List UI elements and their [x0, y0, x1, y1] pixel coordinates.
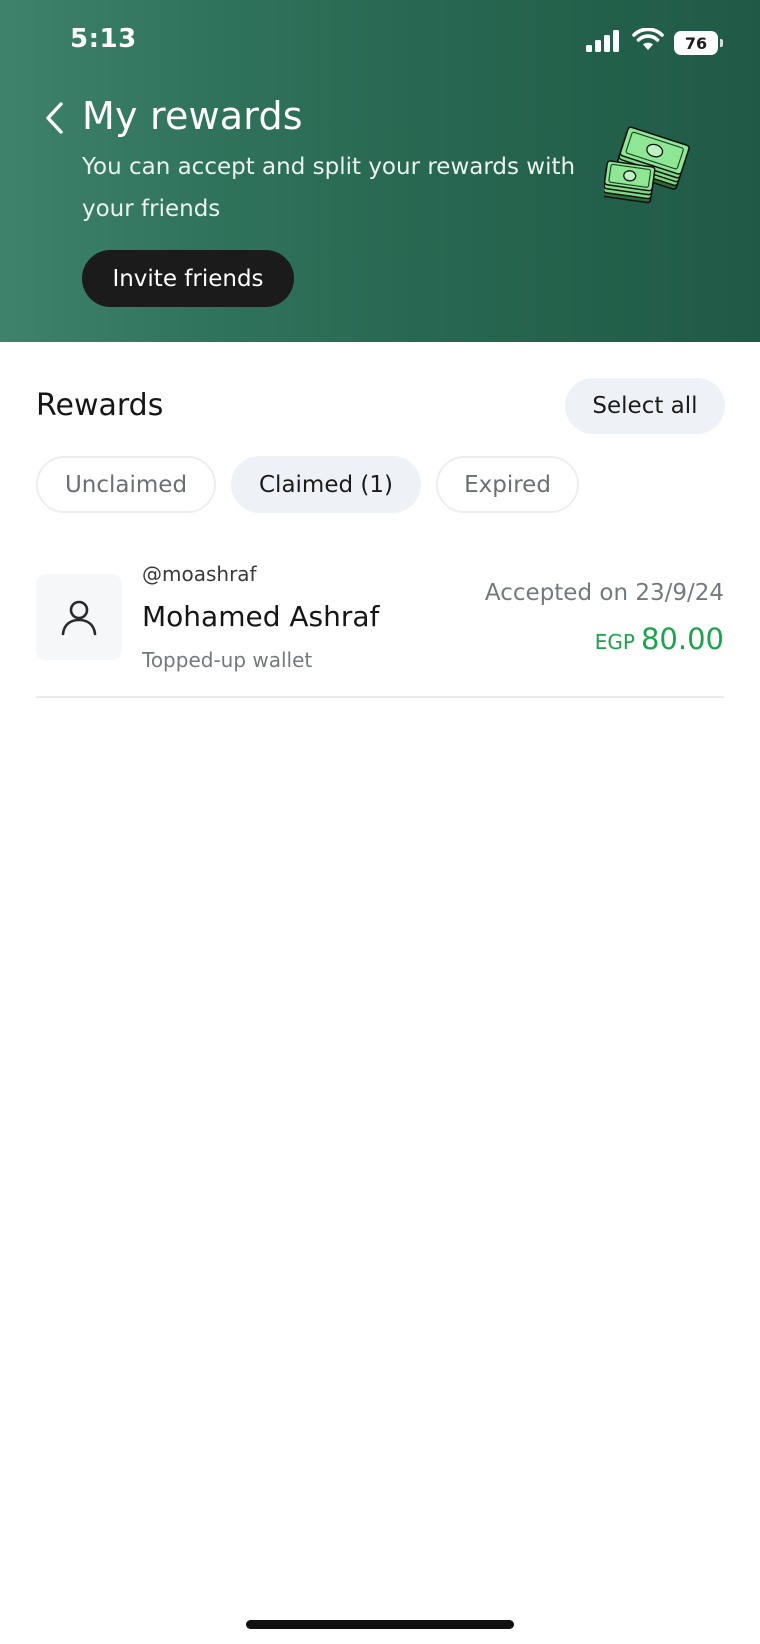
select-all-button[interactable]: Select all: [565, 378, 725, 434]
status-bar: 5:13 76: [0, 0, 760, 84]
reward-username: @moashraf: [142, 562, 257, 586]
header-banner: 5:13 76 My rewards You can accept and sp…: [0, 0, 760, 342]
reward-status: Accepted on 23/9/24: [484, 580, 724, 606]
page-title: My rewards: [82, 94, 303, 138]
reward-filter-tabs: Unclaimed Claimed (1) Expired: [36, 456, 594, 513]
rewards-section-title: Rewards: [36, 388, 164, 423]
screen: 5:13 76 My rewards You can accept and sp…: [0, 0, 760, 1644]
tab-claimed[interactable]: Claimed (1): [231, 456, 421, 513]
avatar: [36, 574, 122, 660]
battery-icon: 76: [674, 31, 723, 55]
tab-expired[interactable]: Expired: [436, 456, 579, 513]
chevron-left-icon[interactable]: [40, 96, 70, 140]
page-subtitle: You can accept and split your rewards wi…: [82, 154, 576, 222]
user-icon: [61, 600, 97, 636]
reward-description: Topped-up wallet: [142, 648, 313, 672]
tab-unclaimed[interactable]: Unclaimed: [36, 456, 216, 513]
invite-friends-button[interactable]: Invite friends: [82, 250, 294, 307]
reward-amount-value: 80.00: [640, 622, 724, 656]
wifi-icon: [632, 28, 664, 50]
battery-level: 76: [684, 33, 708, 53]
reward-list-item[interactable]: @moashraf Mohamed Ashraf Topped-up walle…: [36, 556, 724, 698]
reward-name: Mohamed Ashraf: [142, 600, 380, 633]
cellular-signal-icon: [586, 30, 619, 52]
money-stack-icon: [604, 126, 690, 204]
status-time: 5:13: [70, 24, 137, 54]
home-indicator[interactable]: [246, 1620, 514, 1629]
reward-currency: EGP: [594, 630, 635, 654]
reward-amount: EGP 80.00: [595, 622, 724, 656]
